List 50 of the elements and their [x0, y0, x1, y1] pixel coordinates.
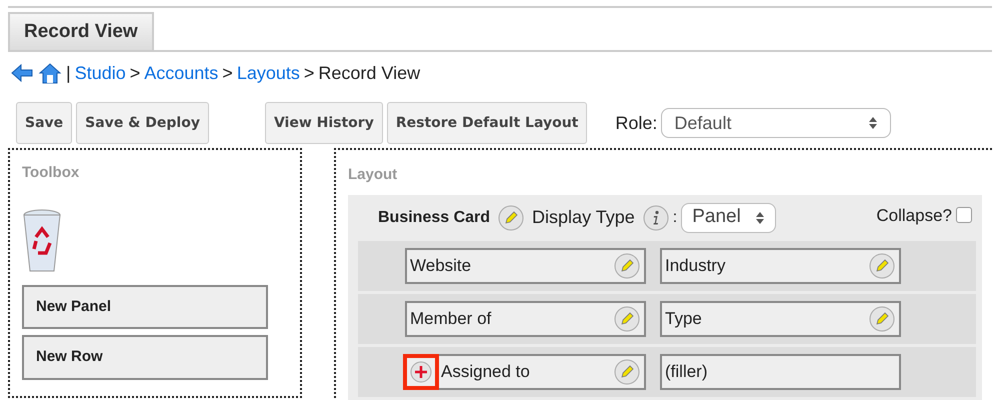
- layout-field[interactable]: Member of: [405, 300, 646, 336]
- home-icon[interactable]: [38, 62, 62, 84]
- panel-title: Toolbox: [22, 163, 80, 183]
- toolbar-button[interactable]: Save & Deploy: [76, 102, 209, 144]
- edit-pencil-icon[interactable]: [614, 358, 640, 384]
- field-label: Member of: [410, 308, 492, 330]
- toolbar-button[interactable]: View History: [264, 102, 383, 144]
- toolbox-item[interactable]: New Row: [22, 335, 268, 380]
- edit-pencil-icon[interactable]: [614, 252, 640, 278]
- edit-pencil-icon[interactable]: [498, 204, 524, 230]
- panel-name: Business Card: [378, 208, 490, 228]
- breadcrumb-link[interactable]: Layouts: [236, 60, 300, 86]
- role-select[interactable]: Default: [661, 108, 892, 138]
- info-icon[interactable]: [642, 204, 669, 230]
- breadcrumb-arrow: >: [304, 62, 314, 84]
- field-label: Type: [665, 308, 702, 330]
- collapse-label: Collapse?: [876, 204, 952, 226]
- filler-field[interactable]: (filler): [660, 354, 901, 390]
- layout-field[interactable]: Assigned to: [405, 354, 646, 390]
- dropdown-arrows-icon: [868, 115, 878, 131]
- collapse-checkbox[interactable]: [956, 206, 972, 222]
- layout-field[interactable]: Industry: [660, 248, 901, 284]
- field-label: Website: [410, 254, 472, 277]
- recycle-bin-icon[interactable]: [22, 206, 62, 272]
- back-arrow-icon[interactable]: [10, 63, 34, 83]
- panel-title: Layout: [348, 165, 398, 185]
- field-label: Industry: [665, 254, 726, 277]
- dropdown-arrows-icon: [754, 210, 765, 226]
- breadcrumb-link[interactable]: Studio: [74, 60, 126, 86]
- layout-field[interactable]: Type: [660, 300, 901, 336]
- edit-pencil-icon[interactable]: [614, 306, 640, 332]
- edit-pencil-icon[interactable]: [869, 306, 895, 332]
- toolbar-button[interactable]: Restore Default Layout: [386, 102, 588, 144]
- role-label: Role:: [615, 112, 658, 134]
- layout-field[interactable]: Website: [405, 248, 646, 284]
- edit-pencil-icon[interactable]: [869, 252, 895, 278]
- toolbox-item[interactable]: New Panel: [22, 284, 268, 329]
- breadcrumb-arrow: >: [222, 62, 233, 84]
- display-type-select[interactable]: Panel: [681, 202, 776, 232]
- separator: |: [66, 62, 71, 85]
- breadcrumb-current: Record View: [318, 62, 420, 84]
- colon: :: [672, 208, 678, 228]
- field-label: Assigned to: [441, 360, 530, 383]
- display-type-label: Display Type: [532, 206, 635, 229]
- toolbar-button[interactable]: Save: [16, 102, 72, 144]
- breadcrumb-link[interactable]: Accounts: [144, 60, 218, 86]
- breadcrumb-arrow: >: [130, 62, 140, 84]
- tab[interactable]: Record View: [8, 12, 154, 50]
- add-field-icon[interactable]: [403, 354, 439, 390]
- field-label: (filler): [665, 360, 708, 383]
